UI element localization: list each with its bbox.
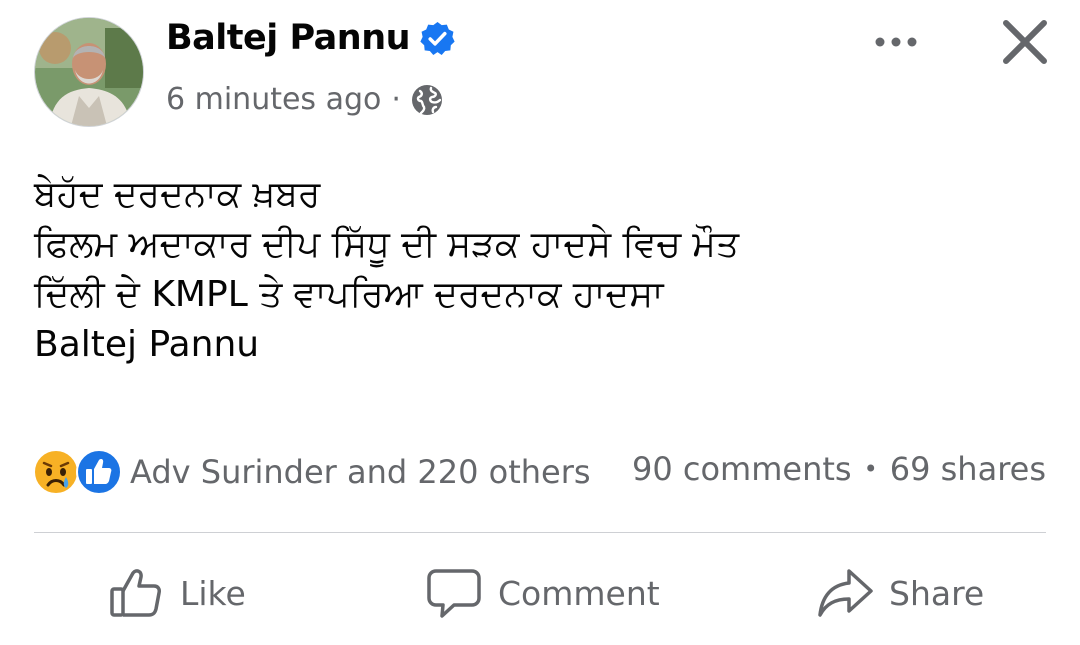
post-timestamp[interactable]: 6 minutes ago <box>166 82 381 117</box>
author-header: Baltej Pannu <box>166 18 455 58</box>
sad-reaction-icon <box>33 449 79 495</box>
like-button[interactable]: Like <box>108 565 246 621</box>
post-text: ਬੇਹੱਦ ਦਰਦਨਾਕ ਖ਼ਬਰ ਫਿਲਮ ਅਦਾਕਾਰ ਦੀਪ ਸਿੱਧੂ … <box>34 170 739 370</box>
more-options-button[interactable] <box>866 22 926 62</box>
reactions-summary-text[interactable]: Adv Surinder and 220 others <box>130 453 591 491</box>
globe-icon <box>411 84 442 115</box>
reactions-summary[interactable]: Adv Surinder and 220 others <box>32 448 591 496</box>
author-avatar[interactable] <box>34 17 144 127</box>
author-name[interactable]: Baltej Pannu <box>166 18 411 58</box>
share-label: Share <box>889 573 985 613</box>
thumbs-up-icon <box>110 569 161 617</box>
share-arrow-icon <box>818 569 873 617</box>
meta-separator: · <box>391 82 401 117</box>
like-label: Like <box>180 573 246 613</box>
reaction-icons <box>32 448 124 496</box>
post-text-line: ਫਿਲਮ ਅਦਾਕਾਰ ਦੀਪ ਸਿੱਧੂ ਦੀ ਸੜਕ ਹਾਦਸੇ ਵਿਚ ਮ… <box>34 224 740 265</box>
comment-bubble-icon <box>427 569 481 618</box>
post-meta: 6 minutes ago · <box>166 82 443 117</box>
close-post-button[interactable] <box>998 15 1052 69</box>
close-icon <box>1003 20 1047 64</box>
engagement-stats: 90 comments • 69 shares <box>632 450 1046 488</box>
divider <box>34 532 1046 533</box>
like-reaction-icon <box>76 449 122 495</box>
post-text-line: ਬੇਹੱਦ ਦਰਦਨਾਕ ਖ਼ਬਰ <box>34 174 321 215</box>
post-text-line: ਦਿੱਲੀ ਦੇ KMPL ਤੇ ਵਾਪਰਿਆ ਦਰਦਨਾਕ ਹਾਦਸਾ <box>34 274 664 315</box>
comments-count[interactable]: 90 comments <box>632 450 852 488</box>
post-text-line: Baltej Pannu <box>34 324 260 365</box>
more-dots-icon <box>875 37 917 47</box>
comment-button[interactable]: Comment <box>426 565 660 621</box>
share-button[interactable]: Share <box>817 565 984 621</box>
comment-label: Comment <box>498 573 660 613</box>
shares-count[interactable]: 69 shares <box>890 450 1046 488</box>
verified-badge-icon <box>420 21 455 55</box>
stats-separator: • <box>863 455 878 483</box>
